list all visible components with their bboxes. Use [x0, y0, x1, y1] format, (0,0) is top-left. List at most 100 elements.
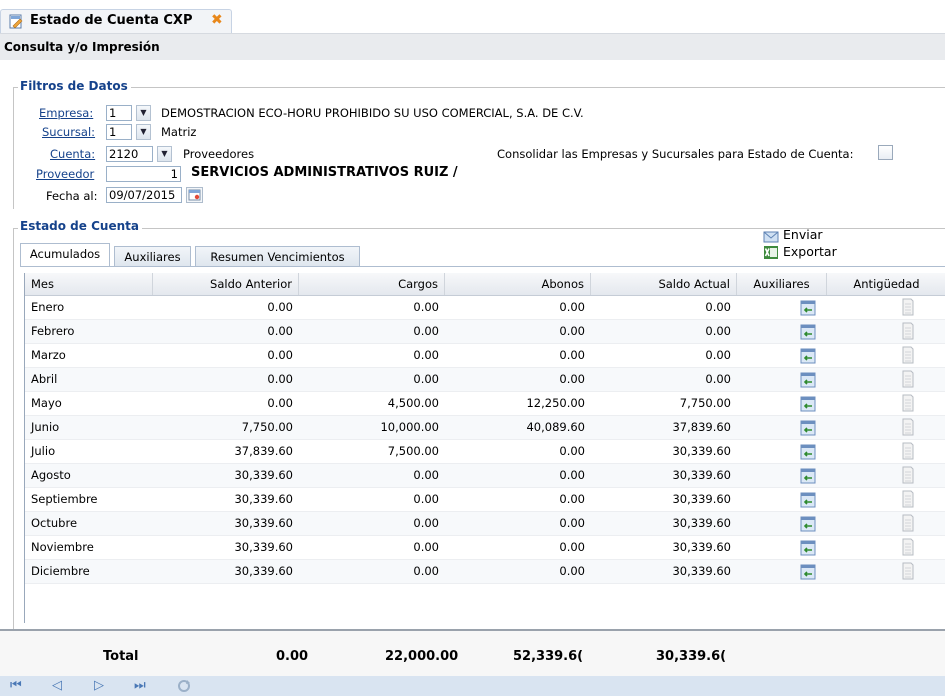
- cell-cargos: 0.00: [413, 372, 439, 386]
- cell-mes: Marzo: [31, 348, 66, 362]
- col-header-abonos[interactable]: Abonos: [445, 273, 591, 295]
- cell-cargos: 0.00: [413, 516, 439, 530]
- sucursal-link[interactable]: Sucursal:: [42, 125, 95, 139]
- auxiliares-icon[interactable]: [800, 324, 816, 340]
- enviar-label: Enviar: [783, 227, 823, 242]
- consolidar-checkbox[interactable]: [878, 145, 893, 160]
- antiguedad-document-icon[interactable]: [902, 322, 914, 340]
- auxiliares-icon[interactable]: [800, 300, 816, 316]
- next-page-icon[interactable]: ▷: [94, 678, 104, 693]
- col-header-cargos[interactable]: Cargos: [299, 273, 445, 295]
- cuenta-input[interactable]: 2120: [106, 146, 153, 162]
- auxiliares-icon[interactable]: [800, 564, 816, 580]
- close-icon[interactable]: ✖: [211, 12, 223, 28]
- cell-saldo-anterior: 7,750.00: [241, 420, 293, 434]
- antiguedad-document-icon[interactable]: [902, 514, 914, 532]
- auxiliares-icon[interactable]: [800, 468, 816, 484]
- sucursal-input[interactable]: 1: [106, 124, 132, 140]
- antiguedad-document-icon[interactable]: [902, 394, 914, 412]
- antiguedad-document-icon[interactable]: [902, 346, 914, 364]
- auxiliares-icon[interactable]: [800, 540, 816, 556]
- cell-cargos: 7,500.00: [387, 444, 439, 458]
- cell-cargos: 0.00: [413, 468, 439, 482]
- table-row[interactable]: Abril 0.00 0.00 0.00 0.00: [25, 368, 945, 392]
- cell-mes: Julio: [31, 444, 56, 458]
- cell-abonos: 0.00: [559, 468, 585, 482]
- cell-saldo-actual: 37,839.60: [672, 420, 731, 434]
- grid-header: Mes Saldo Anterior Cargos Abonos Saldo A…: [25, 273, 945, 296]
- cell-abonos: 0.00: [559, 516, 585, 530]
- col-header-saldo-actual[interactable]: Saldo Actual: [591, 273, 737, 295]
- table-row[interactable]: Febrero 0.00 0.00 0.00 0.00: [25, 320, 945, 344]
- table-row[interactable]: Noviembre 30,339.60 0.00 0.00 30,339.60: [25, 536, 945, 560]
- table-row[interactable]: Septiembre 30,339.60 0.00 0.00 30,339.60: [25, 488, 945, 512]
- cell-abonos: 0.00: [559, 540, 585, 554]
- refresh-icon[interactable]: [176, 678, 192, 694]
- cuenta-link[interactable]: Cuenta:: [50, 147, 95, 161]
- antiguedad-document-icon[interactable]: [902, 466, 914, 484]
- tab-acumulados[interactable]: Acumulados: [20, 243, 110, 266]
- col-header-auxiliares[interactable]: Auxiliares: [737, 273, 827, 295]
- table-row[interactable]: Diciembre 30,339.60 0.00 0.00 30,339.60: [25, 560, 945, 584]
- antiguedad-document-icon[interactable]: [902, 490, 914, 508]
- col-header-antiguedad[interactable]: Antigüedad: [827, 273, 945, 295]
- auxiliares-icon[interactable]: [800, 372, 816, 388]
- calendar-button[interactable]: [186, 187, 203, 203]
- table-row[interactable]: Marzo 0.00 0.00 0.00 0.00: [25, 344, 945, 368]
- empresa-dropdown-button[interactable]: ▼: [136, 105, 151, 121]
- tab-resumen-vencimientos[interactable]: Resumen Vencimientos: [195, 246, 360, 266]
- cuenta-desc: Proveedores: [183, 147, 255, 161]
- antiguedad-document-icon[interactable]: [902, 298, 914, 316]
- first-page-icon[interactable]: ⏮: [10, 678, 22, 693]
- empresa-link[interactable]: Empresa:: [39, 106, 93, 120]
- auxiliares-icon[interactable]: [800, 492, 816, 508]
- auxiliares-icon[interactable]: [800, 444, 816, 460]
- auxiliares-icon[interactable]: [800, 420, 816, 436]
- table-row[interactable]: Enero 0.00 0.00 0.00 0.00: [25, 296, 945, 320]
- cell-saldo-actual: 0.00: [705, 372, 731, 386]
- estado-fieldset-left-border: [13, 228, 14, 668]
- last-page-icon[interactable]: ⏭: [134, 678, 146, 693]
- col-header-saldo-anterior[interactable]: Saldo Anterior: [153, 273, 299, 295]
- table-row[interactable]: Mayo 0.00 4,500.00 12,250.00 7,750.00: [25, 392, 945, 416]
- sucursal-dropdown-button[interactable]: ▼: [136, 124, 151, 140]
- tab-estado-cuenta-cxp[interactable]: Estado de Cuenta CXP ✖: [0, 9, 232, 33]
- antiguedad-document-icon[interactable]: [902, 370, 914, 388]
- cell-mes: Diciembre: [31, 564, 90, 578]
- prev-page-icon[interactable]: ◁: [52, 678, 62, 693]
- fecha-input[interactable]: 09/07/2015: [106, 187, 182, 203]
- cell-saldo-actual: 30,339.60: [672, 492, 731, 506]
- proveedor-input[interactable]: 1: [106, 166, 181, 182]
- total-label: Total: [103, 649, 139, 664]
- cell-abonos: 12,250.00: [526, 396, 585, 410]
- antiguedad-document-icon[interactable]: [902, 442, 914, 460]
- proveedor-link[interactable]: Proveedor: [36, 167, 94, 181]
- antiguedad-document-icon[interactable]: [902, 538, 914, 556]
- page-subtitle: Consulta y/o Impresión: [4, 40, 160, 54]
- auxiliares-icon[interactable]: [800, 348, 816, 364]
- cell-saldo-actual: 0.00: [705, 300, 731, 314]
- antiguedad-document-icon[interactable]: [902, 562, 914, 580]
- cell-saldo-actual: 30,339.60: [672, 540, 731, 554]
- empresa-input[interactable]: 1: [106, 105, 132, 121]
- empresa-desc: DEMOSTRACION ECO-HORU PROHIBIDO SU USO C…: [161, 106, 584, 120]
- exportar-label: Exportar: [783, 244, 837, 259]
- grid-body: Enero 0.00 0.00 0.00 0.00 Febrero 0.00 0.00 0.00…: [25, 296, 945, 584]
- cell-mes: Noviembre: [31, 540, 94, 554]
- antiguedad-document-icon[interactable]: [902, 418, 914, 436]
- cell-mes: Junio: [31, 420, 60, 434]
- cell-abonos: 0.00: [559, 444, 585, 458]
- table-row[interactable]: Julio 37,839.60 7,500.00 0.00 30,339.60: [25, 440, 945, 464]
- cell-mes: Abril: [31, 372, 58, 386]
- tab-auxiliares[interactable]: Auxiliares: [114, 246, 191, 266]
- table-row[interactable]: Junio 7,750.00 10,000.00 40,089.60 37,839.60: [25, 416, 945, 440]
- cuenta-dropdown-button[interactable]: ▼: [157, 146, 172, 162]
- cell-saldo-actual: 30,339.60: [672, 444, 731, 458]
- table-row[interactable]: Octubre 30,339.60 0.00 0.00 30,339.60: [25, 512, 945, 536]
- auxiliares-icon[interactable]: [800, 516, 816, 532]
- fecha-label: Fecha al:: [46, 189, 98, 203]
- tab-title: Estado de Cuenta CXP: [30, 13, 193, 28]
- auxiliares-icon[interactable]: [800, 396, 816, 412]
- table-row[interactable]: Agosto 30,339.60 0.00 0.00 30,339.60: [25, 464, 945, 488]
- col-header-mes[interactable]: Mes: [25, 273, 153, 295]
